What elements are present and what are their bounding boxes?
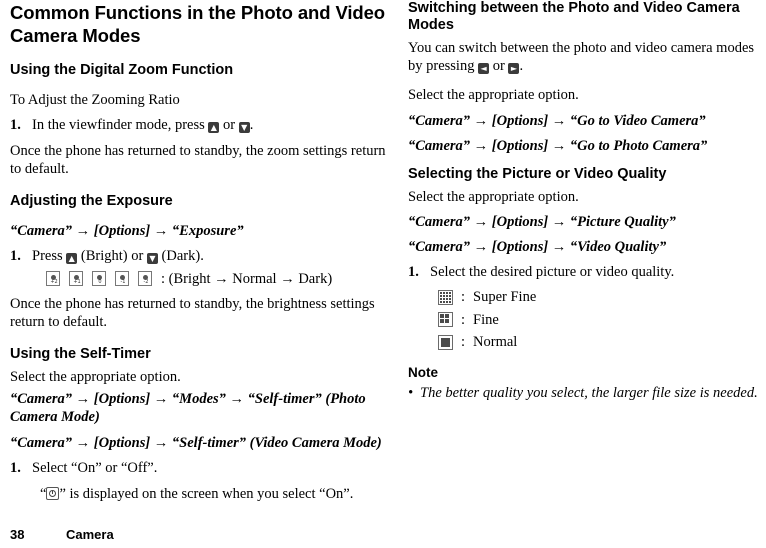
paragraph-select-option-quality: Select the appropriate option.: [408, 188, 579, 205]
step-number: 1.: [10, 247, 21, 264]
paragraph-switch-modes: You can switch between the photo and vid…: [408, 39, 766, 76]
key-right-icon: ►: [508, 63, 520, 75]
step-item: 1. In the viewfinder mode, press ▲ or ▼.: [10, 116, 390, 135]
brightness-plus1-icon: +1: [69, 270, 83, 286]
self-timer-icon: [46, 486, 60, 500]
paragraph-text-after: .: [519, 58, 524, 75]
note-text-after: ” is displayed on the screen when you se…: [59, 485, 354, 502]
quality-separator: :: [461, 334, 466, 351]
brightness-label: +2: [50, 278, 58, 285]
subheading-zooming-ratio: To Adjust the Zooming Ratio: [10, 91, 180, 108]
heading-picture-video-quality: Selecting the Picture or Video Quality: [408, 166, 667, 183]
step-item: 1. Select the desired picture or video q…: [408, 263, 766, 282]
paragraph-select-option-modes: Select the appropriate option.: [408, 87, 579, 104]
step-text-before: In the viewfinder mode, press: [32, 116, 209, 133]
brightness-label: +1: [73, 278, 81, 285]
quality-options-list: : Super Fine : Fine : Normal: [408, 286, 766, 353]
brightness-label: -1: [120, 278, 126, 285]
step-text-mid: (Bright) or: [77, 247, 147, 264]
note-bullet: •: [408, 384, 414, 401]
path-go-to-video-camera: “Camera” → [Options] → “Go to Video Came…: [408, 112, 706, 129]
key-down-icon: ▼: [146, 252, 158, 264]
step-item: 1. Press ▲ (Bright) or ▼ (Dark).: [10, 247, 390, 266]
footer-chapter: Camera: [66, 527, 114, 542]
quality-separator: :: [461, 311, 466, 328]
key-down-icon: ▼: [238, 121, 250, 133]
super-fine-quality-icon: [438, 289, 453, 305]
step-item: 1. Select “On” or “Off”.: [10, 459, 390, 478]
paragraph-select-option-timer: Select the appropriate option.: [10, 368, 181, 385]
steps-self-timer: 1. Select “On” or “Off”.: [10, 459, 390, 478]
left-column: Common Functions in the Photo and Video …: [10, 0, 390, 503]
heading-self-timer: Using the Self-Timer: [10, 346, 151, 363]
paragraph-brightness-default: Once the phone has returned to standby, …: [10, 295, 375, 331]
path-video-quality: “Camera” → [Options] → “Video Quality”: [408, 239, 667, 256]
step-text-after: .: [249, 116, 254, 133]
steps-exposure: 1. Press ▲ (Bright) or ▼ (Dark).: [10, 247, 390, 266]
step-text-after: (Dark).: [157, 247, 204, 264]
quality-option-row: : Fine: [438, 309, 766, 331]
heading-adjust-exposure: Adjusting the Exposure: [10, 193, 173, 210]
step-number: 1.: [10, 459, 21, 476]
right-column: Switching between the Photo and Video Ca…: [408, 0, 766, 402]
manual-page: Common Functions in the Photo and Video …: [0, 0, 766, 548]
steps-zoom: 1. In the viewfinder mode, press ▲ or ▼.: [10, 116, 390, 135]
self-timer-note: “” is displayed on the screen when you s…: [10, 485, 390, 503]
quality-label: Fine: [473, 311, 499, 328]
page-title: Common Functions in the Photo and Video …: [10, 2, 385, 46]
fine-quality-icon: [438, 312, 453, 328]
brightness-label: 0: [98, 278, 102, 285]
quality-separator: :: [461, 289, 466, 306]
steps-quality: 1. Select the desired picture or video q…: [408, 263, 766, 282]
brightness-level-icons: +2 +1 0 -1 -2: [46, 270, 161, 288]
heading-switching-modes: Switching between the Photo and Video Ca…: [408, 0, 740, 34]
step-number: 1.: [408, 264, 419, 281]
quality-option-row: : Super Fine: [438, 286, 766, 308]
step-text: Select the desired picture or video qual…: [430, 264, 675, 281]
key-left-icon: ◄: [478, 63, 490, 75]
heading-digital-zoom: Using the Digital Zoom Function: [10, 62, 234, 79]
normal-quality-icon: [438, 334, 453, 350]
path-picture-quality: “Camera” → [Options] → “Picture Quality”: [408, 213, 676, 230]
quality-label: Super Fine: [473, 289, 537, 306]
note-body: • The better quality you select, the larg…: [408, 384, 766, 402]
exposure-icon-row: +2 +1 0 -1 -2 : (Bright → Normal → Dark): [10, 270, 390, 288]
note-heading: Note: [408, 364, 438, 380]
step-text-before: Press: [32, 247, 67, 264]
step-number: 1.: [10, 116, 21, 133]
page-footer: 38 Camera: [10, 527, 114, 542]
paragraph-zoom-default: Once the phone has returned to standby, …: [10, 142, 386, 177]
key-up-icon: ▲: [66, 252, 78, 264]
brightness-minus2-icon: -2: [138, 270, 152, 286]
page-number: 38: [10, 527, 25, 542]
paragraph-text-mid: or: [489, 58, 509, 75]
path-go-to-photo-camera: “Camera” → [Options] → “Go to Photo Came…: [408, 137, 708, 154]
brightness-plus2-icon: +2: [46, 270, 60, 286]
quality-label: Normal: [473, 334, 518, 351]
step-text-mid: or: [219, 116, 239, 133]
step-text: Select “On” or “Off”.: [32, 459, 158, 476]
path-exposure: “Camera” → [Options] → “Exposure”: [10, 222, 244, 239]
quality-option-row: : Normal: [438, 331, 766, 353]
path-self-timer-video: “Camera” → [Options] → “Self-timer” (Vid…: [10, 434, 382, 451]
path-self-timer-photo: “Camera” → [Options] → “Modes” → “Self-t…: [10, 391, 366, 426]
brightness-minus1-icon: -1: [115, 270, 129, 286]
key-up-icon: ▲: [208, 121, 220, 133]
paragraph-text-before: You can switch between the photo and vid…: [408, 39, 755, 75]
brightness-label: -2: [143, 278, 149, 285]
brightness-zero-icon: 0: [92, 270, 106, 286]
note-text: The better quality you select, the large…: [420, 384, 758, 401]
exposure-icon-caption: : (Bright → Normal → Dark): [161, 270, 333, 287]
